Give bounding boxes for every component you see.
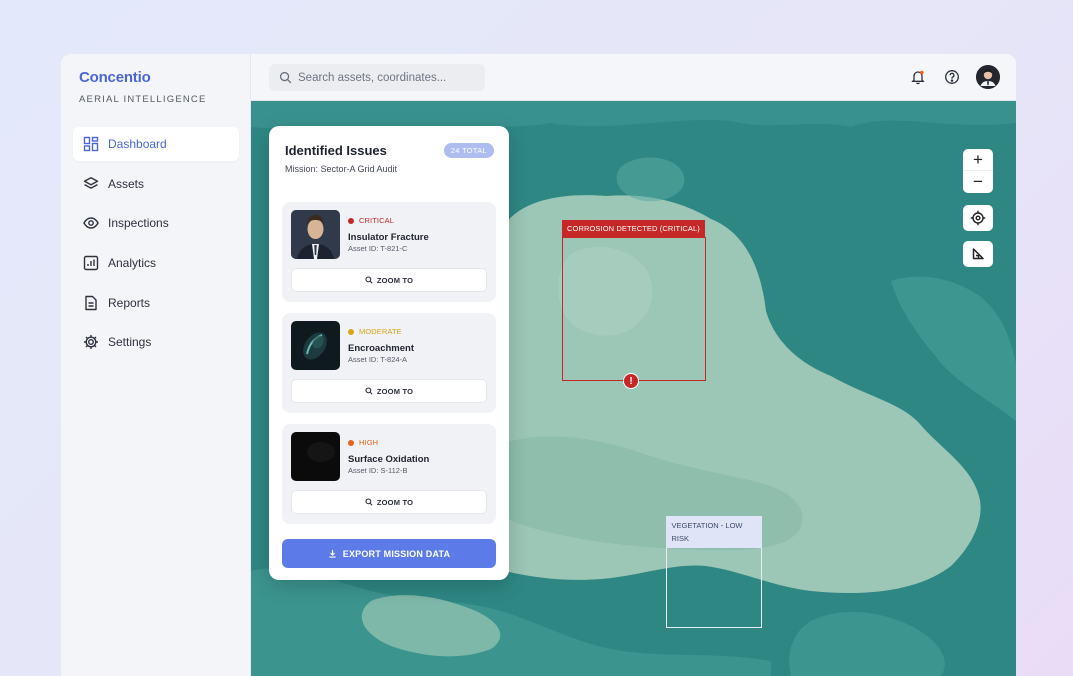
issue-asset-id: Asset ID: T-821-C (348, 244, 408, 253)
zoom-search-icon (365, 276, 373, 284)
severity-dot (348, 328, 354, 335)
zoom-to-label: ZOOM TO (376, 497, 414, 507)
measure-icon (972, 248, 984, 260)
sidebar-item-label: Settings (108, 335, 152, 350)
mission-subtitle: Mission: Sector-A Grid Audit (285, 164, 398, 174)
severity-indicator: MODERATE (348, 327, 402, 336)
issue-thumbnail (291, 432, 340, 481)
download-icon (329, 549, 336, 558)
sidebar-nav: Dashboard Assets Inspections Analytics R… (73, 127, 239, 365)
sidebar-item-label: Analytics (108, 256, 157, 271)
export-mission-button[interactable]: EXPORT MISSION DATA (282, 539, 496, 568)
zoom-search-icon (365, 498, 373, 506)
top-bar (251, 54, 1016, 101)
severity-label: MODERATE (359, 327, 402, 336)
sidebar-item-reports[interactable]: Reports (73, 286, 239, 320)
sidebar-item-dashboard[interactable]: Dashboard (73, 127, 239, 161)
sidebar-item-label: Assets (108, 176, 145, 191)
chart-icon (83, 255, 99, 271)
issue-title: Insulator Fracture (348, 232, 429, 243)
eye-icon (83, 215, 99, 231)
zoom-to-label: ZOOM TO (376, 386, 414, 396)
search-input[interactable] (298, 71, 478, 84)
severity-indicator: HIGH (348, 438, 378, 447)
sidebar: Concentio AERIAL INTELLIGENCE Dashboard … (61, 54, 251, 676)
top-bar-actions (908, 65, 1000, 89)
measure-button[interactable] (963, 241, 993, 267)
dashboard-icon (83, 136, 99, 152)
zoom-controls: + − (963, 149, 993, 193)
issue-title: Encroachment (348, 343, 414, 354)
detection-label-vegetation: VEGETATION - LOW RISK (665, 516, 762, 548)
zoom-to-label: ZOOM TO (376, 275, 414, 285)
locate-button[interactable] (963, 205, 993, 231)
gear-icon (83, 334, 99, 350)
sidebar-item-inspections[interactable]: Inspections (73, 206, 239, 240)
issue-asset-id: Asset ID: T-824-A (348, 355, 408, 364)
export-label: EXPORT MISSION DATA (342, 548, 451, 559)
document-icon (83, 295, 99, 311)
zoom-search-icon (365, 387, 373, 395)
user-avatar[interactable] (976, 65, 1000, 89)
sidebar-item-label: Dashboard (108, 137, 167, 151)
brand-tagline: AERIAL INTELLIGENCE (79, 94, 207, 105)
severity-dot (348, 439, 354, 446)
severity-label: CRITICAL (359, 216, 394, 225)
issue-card[interactable]: MODERATE Encroachment Asset ID: T-824-A … (282, 313, 496, 413)
issue-asset-id: Asset ID: S-112-B (348, 466, 408, 475)
search-icon (279, 71, 292, 84)
issue-thumbnail (291, 210, 340, 259)
issue-card[interactable]: HIGH Surface Oxidation Asset ID: S-112-B… (282, 424, 496, 524)
zoom-to-button[interactable]: ZOOM TO (291, 490, 487, 514)
issue-title: Surface Oxidation (348, 454, 430, 465)
issues-count-badge: 24 TOTAL (443, 143, 494, 158)
help-icon[interactable] (942, 67, 962, 87)
sidebar-item-label: Reports (108, 295, 151, 310)
detection-label-critical: CORROSION DETECTED (CRITICAL) (562, 220, 705, 237)
crosshair-icon (970, 210, 986, 226)
panel-title: Identified Issues (285, 143, 387, 158)
sidebar-item-assets[interactable]: Assets (73, 167, 239, 201)
severity-indicator: CRITICAL (348, 216, 394, 225)
sidebar-item-settings[interactable]: Settings (73, 325, 239, 359)
issues-panel: Identified Issues 24 TOTAL Mission: Sect… (269, 126, 509, 580)
map-view[interactable]: + − CORROSION DETECTED (CRITICAL) ! VEGE… (251, 101, 1016, 676)
detection-box-vegetation[interactable]: VEGETATION - LOW RISK (665, 516, 762, 628)
issue-card[interactable]: CRITICAL Insulator Fracture Asset ID: T-… (282, 202, 496, 302)
search-box[interactable] (269, 64, 485, 91)
issue-thumbnail (291, 321, 340, 370)
alert-pin-icon[interactable]: ! (623, 373, 639, 389)
notification-bell-icon[interactable] (908, 67, 928, 87)
brand: Concentio AERIAL INTELLIGENCE (79, 69, 207, 105)
zoom-out-button[interactable]: − (963, 171, 993, 193)
sidebar-item-label: Inspections (108, 216, 169, 231)
severity-label: HIGH (359, 438, 379, 447)
severity-dot (348, 217, 354, 224)
zoom-in-button[interactable]: + (963, 149, 993, 171)
app-window: Concentio AERIAL INTELLIGENCE Dashboard … (61, 54, 1016, 676)
zoom-to-button[interactable]: ZOOM TO (291, 379, 487, 403)
brand-name[interactable]: Concentio (79, 69, 207, 86)
sidebar-item-analytics[interactable]: Analytics (73, 246, 239, 280)
detection-box-critical[interactable]: CORROSION DETECTED (CRITICAL) ! (562, 220, 706, 389)
zoom-to-button[interactable]: ZOOM TO (291, 268, 487, 292)
layers-icon (83, 176, 99, 192)
